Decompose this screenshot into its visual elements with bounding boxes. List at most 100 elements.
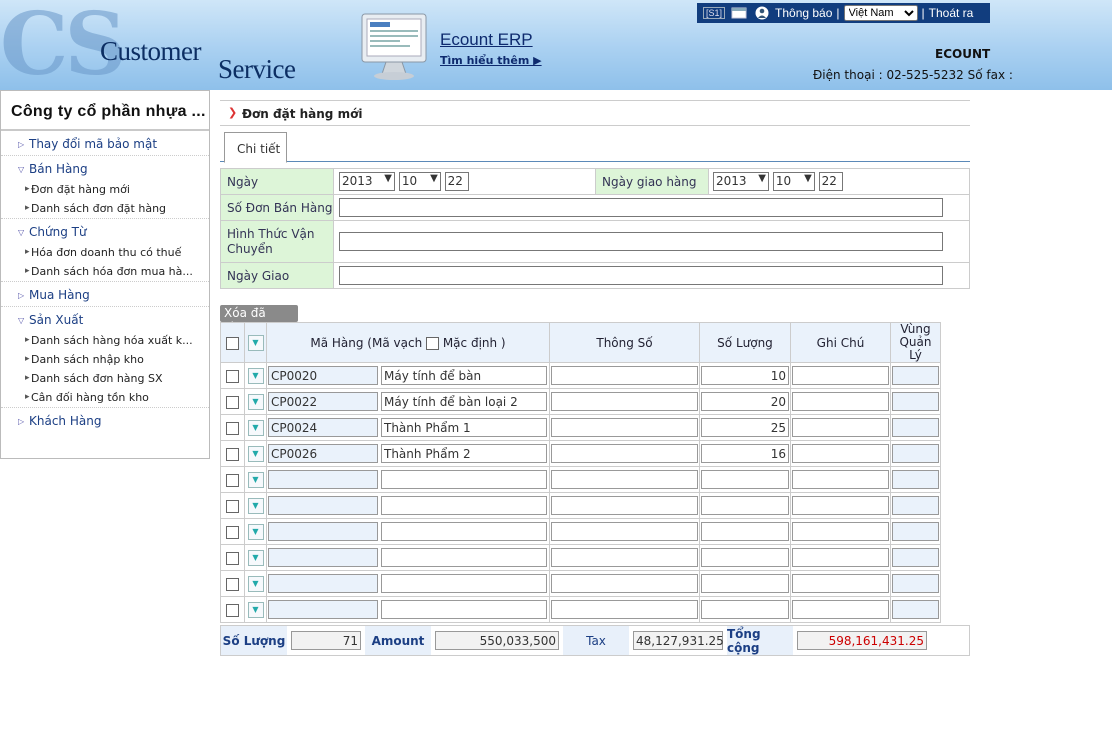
chevron-down-icon[interactable]: ▼ bbox=[247, 549, 264, 566]
ship-date-input[interactable] bbox=[339, 266, 943, 285]
qty-input[interactable]: 25 bbox=[701, 418, 789, 437]
note-input[interactable] bbox=[792, 522, 889, 541]
qty-input[interactable]: 10 bbox=[701, 366, 789, 385]
qty-input[interactable] bbox=[701, 496, 789, 515]
note-input[interactable] bbox=[792, 444, 889, 463]
sidebar-item[interactable]: Danh sách hàng hóa xuất k... bbox=[1, 331, 201, 350]
item-code-input[interactable]: CP0026 bbox=[268, 444, 378, 463]
zone-input[interactable] bbox=[892, 444, 939, 463]
chevron-down-icon[interactable]: ▼ bbox=[247, 419, 264, 436]
note-input[interactable] bbox=[792, 548, 889, 567]
spec-input[interactable] bbox=[551, 548, 698, 567]
logout-link[interactable]: Thoát ra bbox=[929, 6, 974, 20]
qty-input[interactable] bbox=[701, 522, 789, 541]
item-name-input[interactable]: Thành Phẩm 1 bbox=[381, 418, 547, 437]
item-code-input[interactable]: CP0024 bbox=[268, 418, 378, 437]
item-name-input[interactable] bbox=[381, 574, 547, 593]
zone-input[interactable] bbox=[892, 574, 939, 593]
row-checkbox[interactable] bbox=[226, 577, 239, 591]
row-checkbox[interactable] bbox=[226, 369, 239, 383]
item-code-input[interactable] bbox=[268, 522, 378, 541]
sidebar-group[interactable]: ▷ Thay đổi mã bảo mật bbox=[1, 131, 209, 155]
item-name-input[interactable] bbox=[381, 600, 547, 619]
delivery-day-input[interactable]: 22 bbox=[818, 172, 843, 191]
zone-input[interactable] bbox=[892, 366, 939, 385]
chevron-down-icon[interactable]: ▼ bbox=[247, 445, 264, 462]
chevron-down-icon[interactable]: ▼ bbox=[247, 523, 264, 540]
row-checkbox[interactable] bbox=[226, 473, 239, 487]
row-checkbox[interactable] bbox=[226, 603, 239, 617]
date-day-input[interactable]: 22 bbox=[444, 172, 469, 191]
item-code-input[interactable]: CP0020 bbox=[268, 366, 378, 385]
zone-input[interactable] bbox=[892, 418, 939, 437]
item-code-input[interactable] bbox=[268, 548, 378, 567]
chevron-down-icon[interactable]: ▼ bbox=[247, 367, 264, 384]
note-input[interactable] bbox=[792, 366, 889, 385]
item-code-input[interactable] bbox=[268, 600, 378, 619]
zone-input[interactable] bbox=[892, 470, 939, 489]
qty-input[interactable] bbox=[701, 548, 789, 567]
sidebar-group[interactable]: ▽ Bán Hàng bbox=[1, 155, 209, 180]
item-name-input[interactable]: Thành Phẩm 2 bbox=[381, 444, 547, 463]
item-name-input[interactable] bbox=[381, 548, 547, 567]
note-input[interactable] bbox=[792, 418, 889, 437]
spec-input[interactable] bbox=[551, 470, 698, 489]
sales-no-input[interactable] bbox=[339, 198, 943, 217]
delete-selected-button[interactable]: Xóa đã chọn bbox=[220, 305, 298, 334]
row-checkbox[interactable] bbox=[226, 395, 239, 409]
spec-input[interactable] bbox=[551, 600, 698, 619]
notifications-link[interactable]: Thông báo bbox=[775, 6, 832, 20]
note-input[interactable] bbox=[792, 470, 889, 489]
item-code-input[interactable] bbox=[268, 574, 378, 593]
row-checkbox[interactable] bbox=[226, 525, 239, 539]
delivery-month-select[interactable]: 10 ▼ bbox=[772, 172, 815, 191]
chevron-down-icon[interactable]: ▼ bbox=[247, 393, 264, 410]
s1-badge[interactable]: [S1] bbox=[703, 7, 726, 19]
spec-input[interactable] bbox=[551, 418, 698, 437]
chevron-down-icon[interactable]: ▼ bbox=[247, 471, 264, 488]
spec-input[interactable] bbox=[551, 574, 698, 593]
item-name-input[interactable] bbox=[381, 470, 547, 489]
sidebar-group[interactable]: ▷ Mua Hàng bbox=[1, 281, 209, 306]
language-select[interactable]: Việt Nam bbox=[843, 5, 918, 21]
select-all-checkbox[interactable] bbox=[226, 336, 239, 350]
qty-input[interactable] bbox=[701, 470, 789, 489]
chevron-down-icon[interactable]: ▼ bbox=[247, 601, 264, 618]
note-input[interactable] bbox=[792, 496, 889, 515]
qty-input[interactable]: 16 bbox=[701, 444, 789, 463]
sidebar-item[interactable]: Hóa đơn doanh thu có thuế bbox=[1, 243, 201, 262]
learn-more-link[interactable]: Tìm hiểu thêm ▶ bbox=[440, 54, 542, 67]
zone-input[interactable] bbox=[892, 392, 939, 411]
tab-detail[interactable]: Chi tiết bbox=[224, 132, 287, 163]
chevron-down-icon[interactable]: ▼ bbox=[247, 497, 264, 514]
zone-input[interactable] bbox=[892, 548, 939, 567]
note-input[interactable] bbox=[792, 574, 889, 593]
user-icon[interactable] bbox=[755, 6, 769, 20]
sidebar-group[interactable]: ▽ Chứng Từ bbox=[1, 218, 209, 243]
item-name-input[interactable] bbox=[381, 522, 547, 541]
chevron-down-icon[interactable]: ▼ bbox=[247, 334, 264, 351]
qty-input[interactable] bbox=[701, 574, 789, 593]
zone-input[interactable] bbox=[892, 496, 939, 515]
item-code-input[interactable] bbox=[268, 496, 378, 515]
sidebar-group[interactable]: ▷ Khách Hàng bbox=[1, 407, 209, 432]
row-checkbox[interactable] bbox=[226, 551, 239, 565]
sidebar-item[interactable]: Cân đối hàng tồn kho bbox=[1, 388, 201, 407]
item-name-input[interactable]: Máy tính để bàn bbox=[381, 366, 547, 385]
qty-input[interactable] bbox=[701, 600, 789, 619]
item-name-input[interactable]: Máy tính để bàn loại 2 bbox=[381, 392, 547, 411]
spec-input[interactable] bbox=[551, 496, 698, 515]
spec-input[interactable] bbox=[551, 366, 698, 385]
note-input[interactable] bbox=[792, 600, 889, 619]
spec-input[interactable] bbox=[551, 522, 698, 541]
row-checkbox[interactable] bbox=[226, 447, 239, 461]
zone-input[interactable] bbox=[892, 522, 939, 541]
sidebar-group[interactable]: ▽ Sản Xuất bbox=[1, 306, 209, 331]
row-checkbox[interactable] bbox=[226, 499, 239, 513]
sidebar-item[interactable]: Danh sách đơn đặt hàng bbox=[1, 199, 201, 218]
sidebar-item[interactable]: Danh sách hóa đơn mua hà... bbox=[1, 262, 201, 281]
sidebar-item[interactable]: Đơn đặt hàng mới bbox=[1, 180, 201, 199]
row-checkbox[interactable] bbox=[226, 421, 239, 435]
spec-input[interactable] bbox=[551, 392, 698, 411]
sidebar-item[interactable]: Danh sách đơn hàng SX bbox=[1, 369, 201, 388]
